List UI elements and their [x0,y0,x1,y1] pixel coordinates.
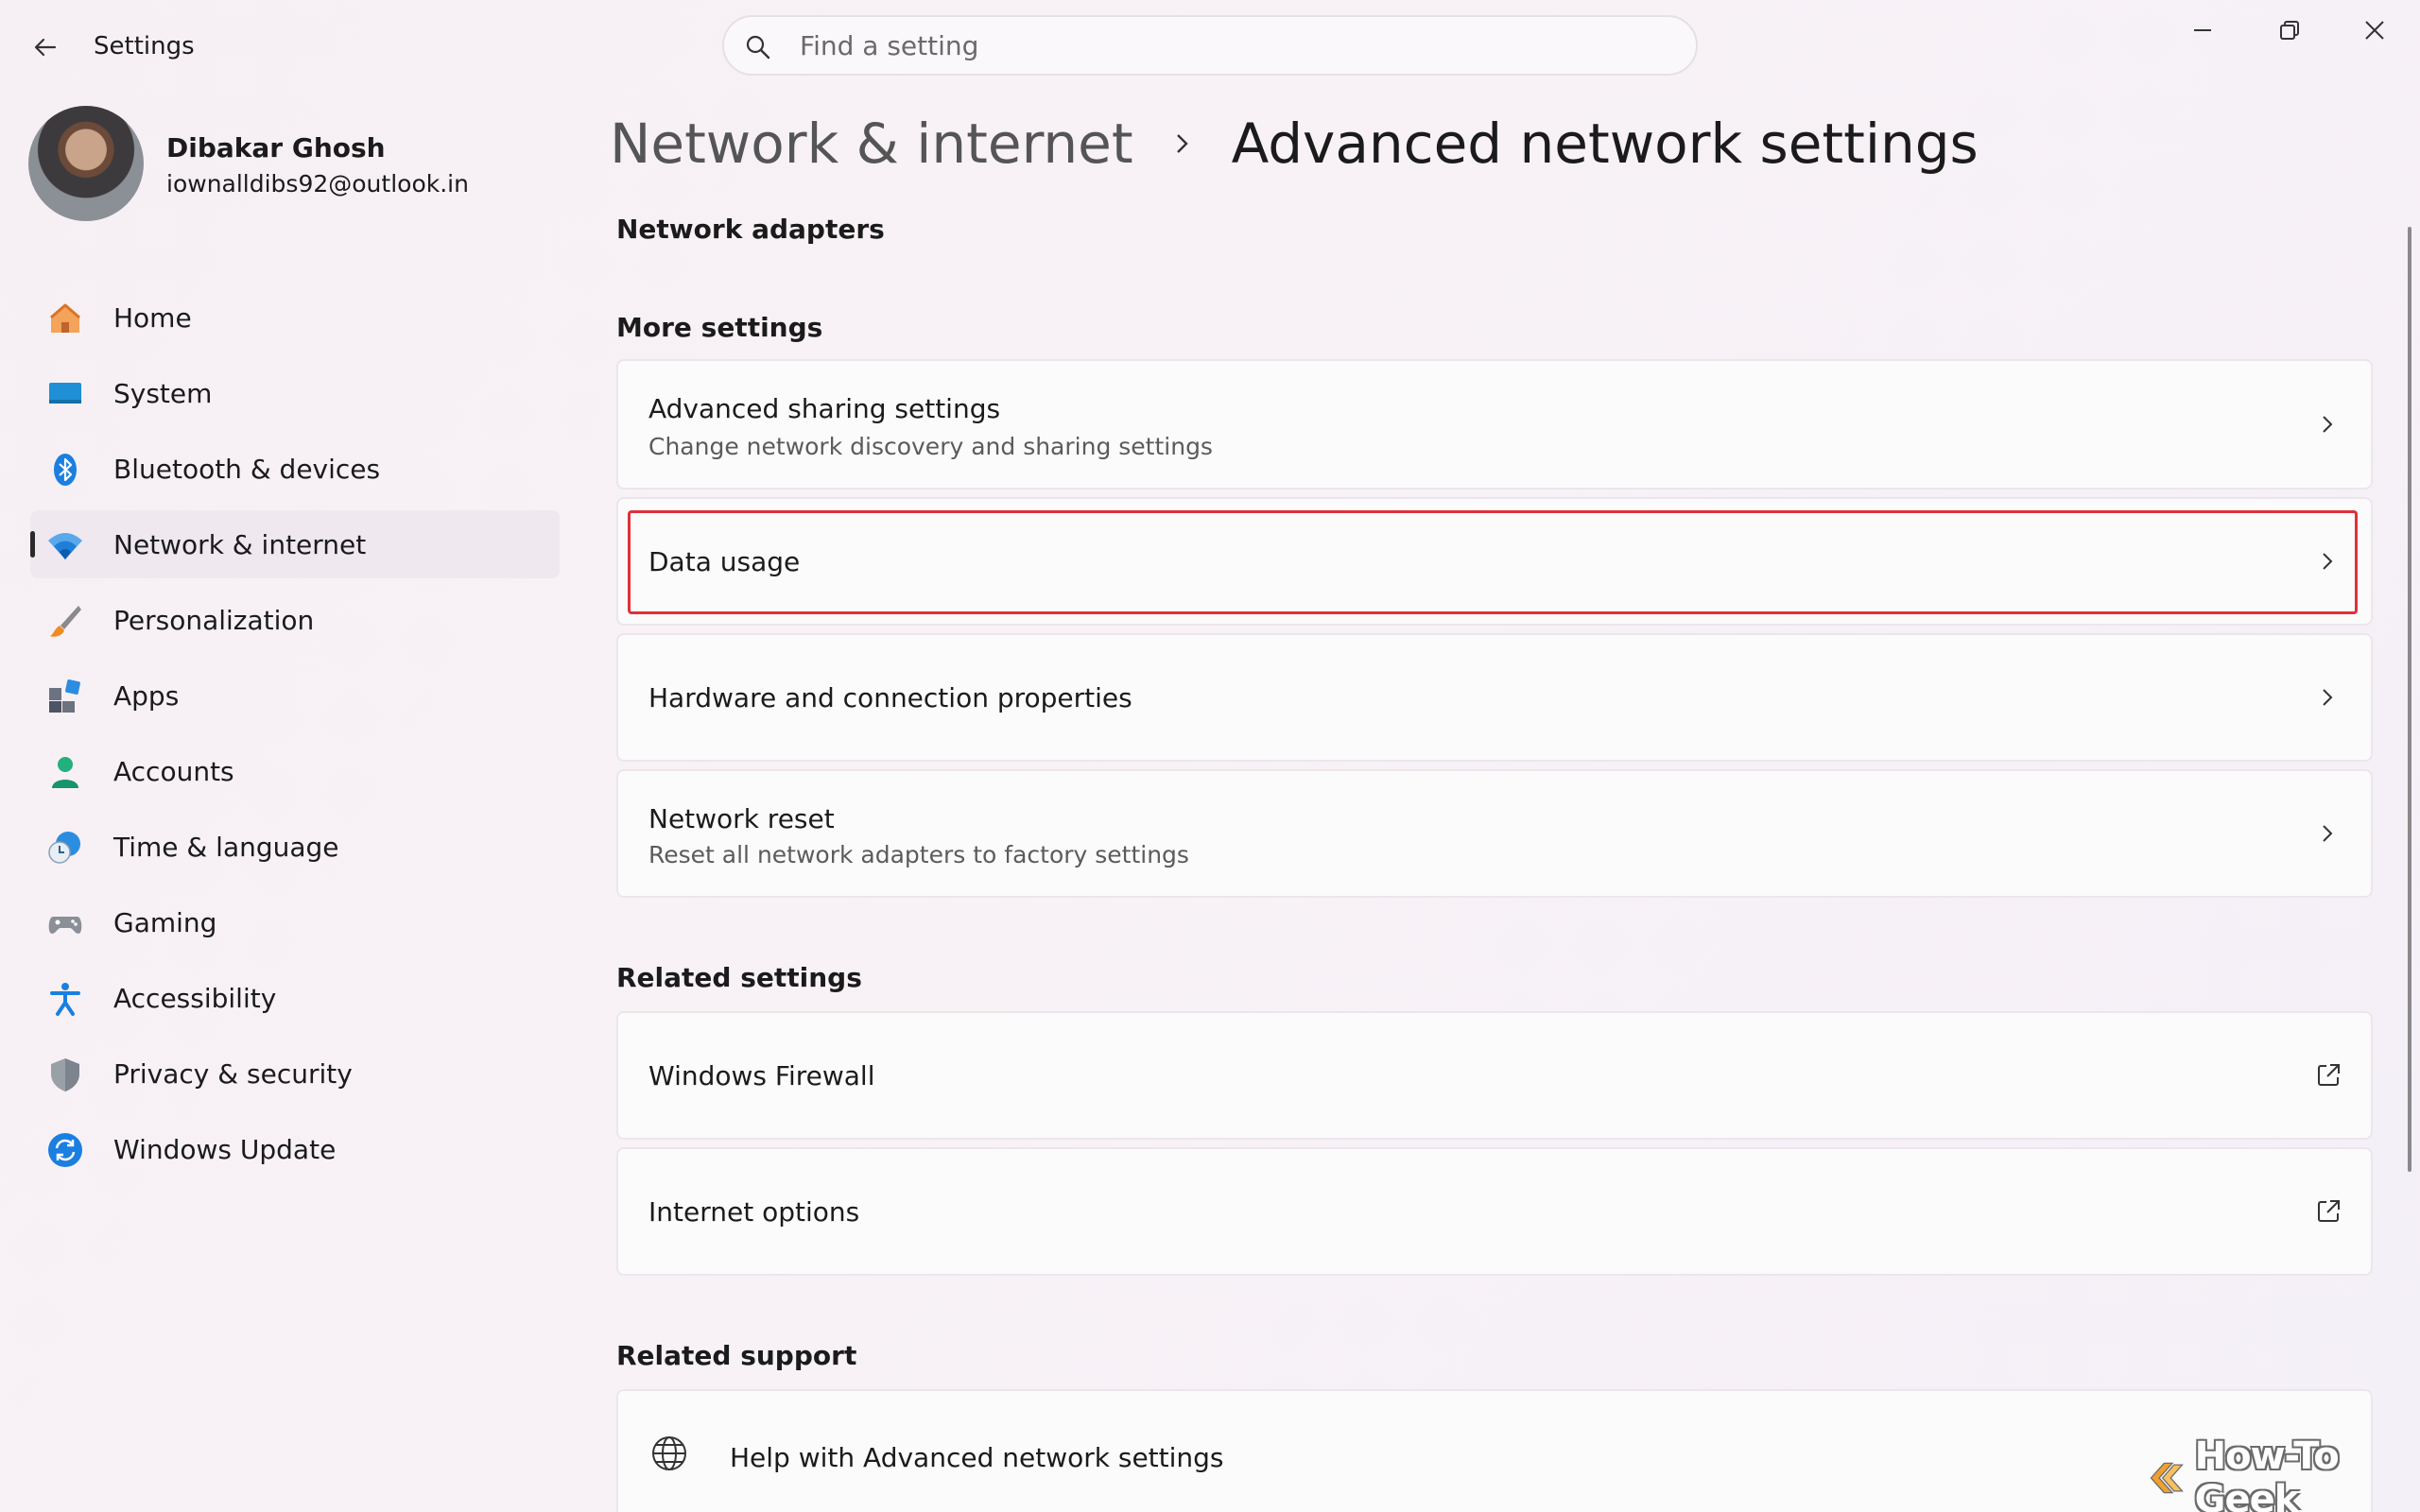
section-related-support: Related support [616,1340,857,1371]
sidebar-item-label: Windows Update [113,1133,337,1165]
restore-button[interactable] [2256,9,2324,51]
breadcrumb-parent[interactable]: Network & internet [610,112,1133,176]
minimize-button[interactable] [2169,9,2237,51]
network-reset-card[interactable]: Network reset Reset all network adapters… [616,769,2373,898]
sidebar-nav: Home System Bluetooth & devices Network … [30,284,560,1191]
avatar[interactable] [28,106,144,221]
title-bar: Settings [0,0,2420,94]
sidebar-item-label: Bluetooth & devices [113,453,381,485]
sidebar-item-label: Accounts [113,755,234,787]
sidebar-item-label: Network & internet [113,528,367,560]
how-to-geek-logo-icon [2150,1462,2184,1494]
sidebar-item-apps[interactable]: Apps [30,662,560,730]
chevron-right-icon [2323,416,2333,433]
chevron-right-icon [2323,689,2333,706]
external-link-icon [2318,1200,2340,1222]
scrollbar[interactable] [2408,227,2411,1172]
accounts-icon [52,757,78,788]
accessibility-icon [50,983,80,1016]
minimize-icon [2194,29,2211,31]
card-title: Help with Advanced network settings [730,1442,1224,1473]
profile-email: iownalldibs92@outlook.in [166,170,469,198]
watermark: How-To Geek [2148,1435,2420,1512]
system-icon [49,383,81,404]
page-title: Advanced network settings [1231,112,1979,176]
globe-icon [652,1436,686,1470]
sidebar-item-label: Privacy & security [113,1057,353,1090]
sidebar-item-gaming[interactable]: Gaming [30,888,560,956]
sidebar-item-privacy[interactable]: Privacy & security [30,1040,560,1108]
wifi-icon [48,533,82,559]
windows-firewall-card[interactable]: Windows Firewall [616,1011,2373,1140]
sidebar-item-personalization[interactable]: Personalization [30,586,560,654]
sidebar-item-label: Accessibility [113,982,277,1014]
sidebar-item-windows-update[interactable]: Windows Update [30,1115,560,1183]
card-subtitle: Change network discovery and sharing set… [648,433,1213,460]
card-title: Data usage [648,546,801,577]
back-arrow-icon [34,38,57,57]
home-icon [50,303,80,333]
card-title: Network reset [648,803,835,834]
sidebar-item-label: Apps [113,679,180,712]
external-link-icon [2318,1064,2340,1086]
search-icon [746,35,770,60]
internet-options-card[interactable]: Internet options [616,1147,2373,1276]
sidebar-item-label: System [113,377,213,409]
sidebar-item-bluetooth[interactable]: Bluetooth & devices [30,435,560,503]
back-button[interactable] [26,28,64,66]
bluetooth-icon [54,454,77,486]
sidebar-item-label: Gaming [113,906,217,938]
card-title: Hardware and connection properties [648,682,1132,713]
section-more-settings: More settings [616,312,823,343]
update-icon [48,1133,82,1167]
card-title: Advanced sharing settings [648,393,1001,424]
advanced-sharing-settings-card[interactable]: Advanced sharing settings Change network… [616,359,2373,490]
search-box[interactable] [722,15,1698,76]
card-title: Internet options [648,1196,860,1228]
sidebar-item-accessibility[interactable]: Accessibility [30,964,560,1032]
sidebar-item-label: Home [113,301,192,334]
time-language-icon [48,832,80,864]
card-title: Windows Firewall [648,1060,875,1091]
chevron-right-icon [2323,825,2333,842]
close-icon [2365,21,2384,40]
profile-name: Dibakar Ghosh [166,132,386,163]
card-subtitle: Reset all network adapters to factory se… [648,841,1189,868]
data-usage-card[interactable]: Data usage [616,497,2373,626]
breadcrumb: Network & internet Advanced network sett… [610,106,1979,181]
app-title: Settings [94,32,195,60]
chevron-right-icon [2323,553,2333,570]
sidebar-item-label: Time & language [113,831,339,863]
close-button[interactable] [2341,9,2409,51]
sidebar-item-system[interactable]: System [30,359,560,427]
hardware-connection-properties-card[interactable]: Hardware and connection properties [616,633,2373,762]
section-related-settings: Related settings [616,962,862,993]
help-advanced-network-card[interactable]: Help with Advanced network settings [616,1389,2373,1512]
sidebar-item-network[interactable]: Network & internet [30,510,560,578]
restore-icon [2280,21,2299,40]
sidebar-item-accounts[interactable]: Accounts [30,737,560,805]
brush-icon [50,606,81,637]
sidebar-item-time-language[interactable]: Time & language [30,813,560,881]
apps-icon [49,679,80,713]
sidebar-item-label: Personalization [113,604,315,636]
search-input[interactable] [800,26,1651,64]
sidebar-item-home[interactable]: Home [30,284,560,352]
chevron-right-icon [1171,129,1194,158]
shield-icon [51,1058,79,1091]
section-network-adapters[interactable]: Network adapters [616,214,885,245]
gaming-icon [48,917,82,934]
watermark-text: How-To Geek [2194,1435,2340,1512]
